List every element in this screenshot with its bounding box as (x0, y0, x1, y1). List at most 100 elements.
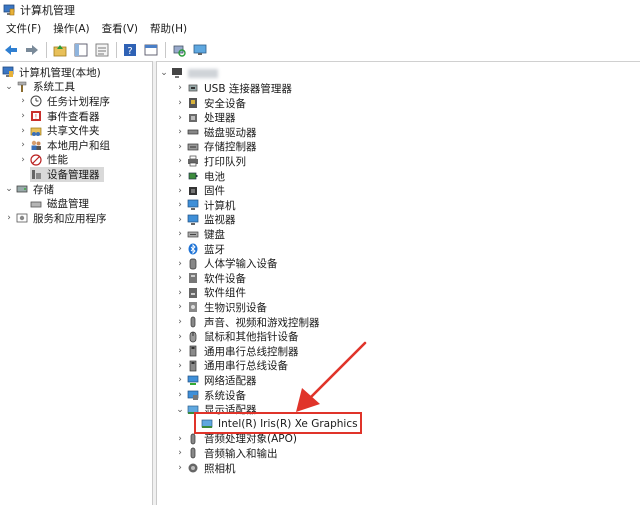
tree-item-task-scheduler[interactable]: › 任务计划程序 (18, 94, 110, 109)
device-item-label: 软件设备 (204, 272, 246, 285)
storage-icon (16, 183, 28, 195)
toolbar-separator (46, 42, 47, 58)
chevron-right-icon[interactable]: › (175, 142, 185, 152)
device-category-item[interactable]: › 系统设备 (175, 388, 246, 403)
chevron-right-icon[interactable]: › (175, 244, 185, 254)
device-category-item[interactable]: › 网络适配器 (175, 373, 256, 388)
device-category-item[interactable]: › 存储控制器 (175, 140, 257, 155)
tree-item-performance[interactable]: › 性能 (18, 153, 68, 168)
menu-view[interactable]: 查看(V) (96, 20, 144, 39)
chevron-right-icon[interactable]: › (18, 96, 28, 106)
device-item-label: 声音、视频和游戏控制器 (204, 316, 320, 329)
chevron-right-icon[interactable]: › (175, 171, 185, 181)
device-category-item[interactable]: › 磁盘驱动器 (175, 125, 256, 140)
chevron-down-icon[interactable]: ⌄ (4, 82, 14, 92)
menu-help[interactable]: 帮助(H) (144, 20, 193, 39)
scan-hardware-button[interactable] (170, 41, 188, 59)
chevron-right-icon[interactable]: › (175, 332, 185, 342)
device-item-label: 存储控制器 (204, 141, 257, 154)
chevron-right-icon[interactable]: › (175, 127, 185, 137)
device-category-item[interactable]: › 安全设备 (175, 96, 246, 111)
properties-view-button[interactable] (93, 41, 111, 59)
device-category-item[interactable]: › 蓝牙 (175, 242, 225, 257)
chevron-right-icon[interactable]: › (175, 463, 185, 473)
monitor-button[interactable] (191, 41, 209, 59)
folder-up-icon (53, 45, 67, 57)
tree-item-local-users[interactable]: › 本地用户和组 (18, 138, 110, 153)
device-category-item[interactable]: › 人体学输入设备 (175, 256, 277, 271)
chevron-right-icon[interactable]: › (175, 156, 185, 166)
device-category-item[interactable]: › 通用串行总线设备 (175, 359, 288, 374)
device-item-label: USB 连接器管理器 (204, 82, 292, 95)
chevron-right-icon[interactable]: › (18, 140, 28, 150)
menu-action[interactable]: 操作(A) (47, 20, 95, 39)
device-item-label: 电池 (204, 170, 225, 183)
chevron-right-icon[interactable]: › (175, 302, 185, 312)
monitor-icon (187, 199, 199, 211)
device-category-item[interactable]: › 软件设备 (175, 271, 246, 286)
forward-button[interactable] (23, 41, 41, 59)
tree-item-system-tools[interactable]: ⌄ 系统工具 (4, 80, 75, 95)
back-button[interactable] (2, 41, 20, 59)
device-category-item[interactable]: › 照相机 (175, 461, 235, 476)
chevron-right-icon[interactable]: › (175, 346, 185, 356)
chevron-right-icon[interactable]: › (175, 259, 185, 269)
up-folder-button[interactable] (51, 41, 69, 59)
device-category-item[interactable]: › 声音、视频和游戏控制器 (175, 315, 320, 330)
tree-item-services-apps[interactable]: › 服务和应用程序 (4, 211, 106, 226)
chevron-right-icon[interactable]: › (175, 317, 185, 327)
blurred-computer-name (188, 68, 218, 78)
device-category-item[interactable]: › 固件 (175, 183, 225, 198)
chevron-right-icon[interactable]: › (18, 155, 28, 165)
device-category-item[interactable]: › USB 连接器管理器 (175, 81, 292, 96)
chevron-right-icon[interactable]: › (175, 434, 185, 444)
show-tree-button[interactable] (72, 41, 90, 59)
arrow-right-icon (26, 45, 38, 55)
tree-item-shared-folders[interactable]: › 共享文件夹 (18, 123, 99, 138)
device-tree-pane: ⌄ › USB 连接器管理器 › 安全设备 › 处理器 › 磁盘驱动器 › 存储控制器 › 打印队列 ›… (157, 61, 640, 505)
device-item-label: 音频输入和输出 (204, 447, 278, 460)
chevron-right-icon[interactable]: › (18, 126, 28, 136)
device-category-item[interactable]: › 计算机 (175, 198, 235, 213)
chevron-right-icon[interactable]: › (175, 200, 185, 210)
chevron-right-icon[interactable]: › (175, 273, 185, 283)
chevron-right-icon[interactable]: › (175, 113, 185, 123)
chevron-right-icon[interactable]: › (175, 83, 185, 93)
chevron-right-icon[interactable]: › (175, 448, 185, 458)
device-category-item[interactable]: › 软件组件 (175, 286, 246, 301)
chevron-right-icon[interactable]: › (175, 215, 185, 225)
device-category-item[interactable]: › 音频输入和输出 (175, 446, 278, 461)
chevron-down-icon[interactable]: ⌄ (4, 184, 14, 194)
device-category-item[interactable]: › 键盘 (175, 227, 225, 242)
menu-file[interactable]: 文件(F) (0, 20, 47, 39)
device-category-item[interactable]: › 电池 (175, 169, 225, 184)
chevron-right-icon[interactable]: › (175, 361, 185, 371)
software-icon (187, 272, 199, 284)
chevron-right-icon[interactable]: › (175, 288, 185, 298)
device-item-label: 安全设备 (204, 97, 246, 110)
help-button[interactable]: ? (121, 41, 139, 59)
device-category-item[interactable]: › 处理器 (175, 110, 235, 125)
view-button[interactable] (142, 41, 160, 59)
chevron-right-icon[interactable]: › (175, 390, 185, 400)
chevron-right-icon[interactable]: › (175, 229, 185, 239)
device-category-item[interactable]: › 生物识别设备 (175, 300, 267, 315)
device-item-label: 系统设备 (204, 389, 246, 402)
tree-item-event-viewer[interactable]: › ! 事件查看器 (18, 109, 99, 124)
device-category-item[interactable]: › 监视器 (175, 213, 235, 228)
audio-icon (187, 433, 199, 445)
chevron-right-icon[interactable]: › (175, 98, 185, 108)
tree-item-computer-management[interactable]: 计算机管理(本地) (2, 65, 101, 80)
device-tree-root[interactable]: ⌄ (159, 66, 218, 81)
chevron-down-icon[interactable]: ⌄ (175, 405, 185, 415)
chevron-right-icon[interactable]: › (175, 375, 185, 385)
chevron-down-icon[interactable]: ⌄ (159, 68, 169, 78)
tree-item-disk-management[interactable]: 磁盘管理 (30, 196, 89, 211)
usb-icon (187, 82, 199, 94)
device-category-item[interactable]: › 打印队列 (175, 154, 246, 169)
chevron-right-icon[interactable]: › (175, 186, 185, 196)
chevron-right-icon[interactable]: › (18, 111, 28, 121)
tree-item-device-manager[interactable]: 设备管理器 (30, 167, 104, 182)
chevron-right-icon[interactable]: › (4, 213, 14, 223)
tree-item-storage[interactable]: ⌄ 存储 (4, 182, 54, 197)
